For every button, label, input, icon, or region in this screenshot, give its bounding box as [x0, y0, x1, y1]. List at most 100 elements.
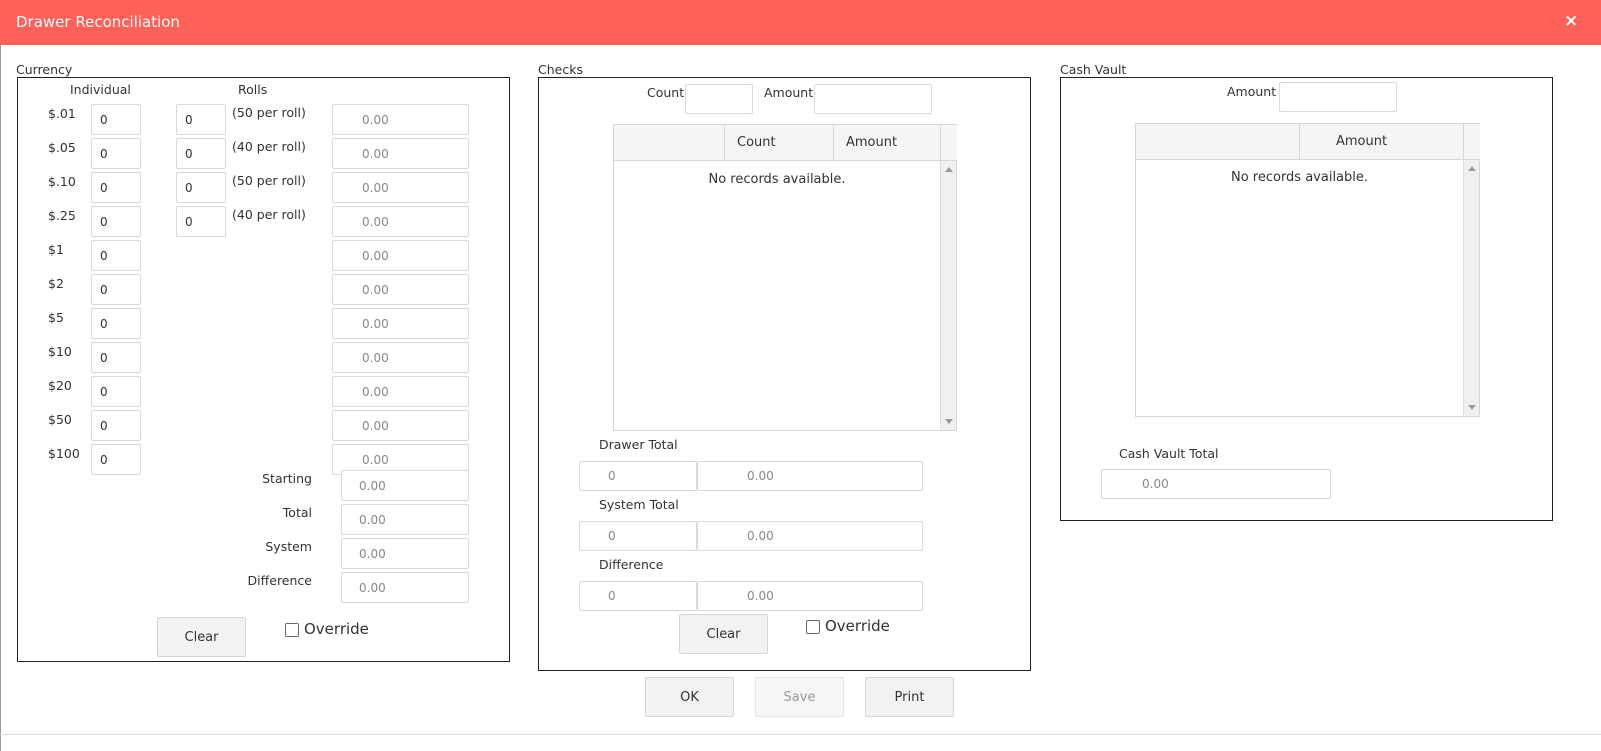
individual-count-input[interactable] [91, 206, 141, 237]
denomination-label: $.05 [48, 140, 76, 155]
checks-grid-col-amount[interactable]: Amount [833, 125, 941, 161]
scroll-up-icon[interactable] [945, 167, 953, 172]
denomination-amount-field[interactable] [332, 342, 469, 373]
summary-value-field[interactable] [341, 470, 469, 501]
left-edge [0, 45, 1, 751]
checks-override-checkbox[interactable] [806, 620, 820, 634]
summary-label: Starting [262, 471, 312, 486]
checks-total-amount-field[interactable] [697, 461, 923, 491]
checks-total-amount-field[interactable] [697, 581, 923, 611]
individual-count-input[interactable] [91, 274, 141, 305]
cash-vault-amount-label: Amount [1227, 84, 1277, 99]
denomination-amount-field[interactable] [332, 376, 469, 407]
checks-count-label: Count [647, 85, 685, 100]
cash-vault-grid-header-filler [1463, 124, 1480, 160]
checks-total-label: Drawer Total [599, 437, 678, 452]
denomination-amount-field[interactable] [332, 138, 469, 169]
roll-size-note: (50 per roll) [232, 173, 306, 188]
denomination-label: $20 [48, 378, 72, 393]
checks-total-label: System Total [599, 497, 679, 512]
cash-vault-total-label: Cash Vault Total [1119, 446, 1219, 461]
checks-total-amount-field[interactable] [697, 521, 923, 551]
checks-count-input[interactable] [685, 84, 753, 114]
summary-label: System [265, 539, 312, 554]
individual-count-input[interactable] [91, 138, 141, 169]
rolls-count-input[interactable] [176, 206, 226, 237]
rolls-count-input[interactable] [176, 104, 226, 135]
roll-size-note: (40 per roll) [232, 139, 306, 154]
individual-count-input[interactable] [91, 240, 141, 271]
summary-label: Total [282, 505, 312, 520]
scroll-up-icon[interactable] [1468, 166, 1476, 171]
checks-panel: Count Amount Count Amount No records ava… [538, 77, 1031, 671]
denomination-amount-field[interactable] [332, 206, 469, 237]
checks-total-count-field[interactable] [579, 521, 697, 551]
currency-section-label: Currency [16, 62, 73, 77]
summary-value-field[interactable] [341, 538, 469, 569]
cash-vault-grid: Amount No records available. [1135, 123, 1480, 417]
denomination-label: $.25 [48, 208, 76, 223]
checks-grid-col-select [614, 125, 724, 161]
checks-total-count-field[interactable] [579, 461, 697, 491]
roll-size-note: (40 per roll) [232, 207, 306, 222]
denomination-label: $.01 [48, 106, 76, 121]
scroll-down-icon[interactable] [1468, 405, 1476, 410]
roll-size-note: (50 per roll) [232, 105, 306, 120]
scroll-down-icon[interactable] [945, 419, 953, 424]
currency-override-checkbox[interactable] [285, 623, 299, 637]
ok-button[interactable]: OK [645, 677, 734, 717]
checks-override-label: Override [825, 617, 890, 635]
checks-grid: Count Amount No records available. [613, 124, 957, 431]
cash-vault-empty-text: No records available. [1230, 170, 1369, 185]
individual-count-input[interactable] [91, 342, 141, 373]
cash-vault-grid-scrollbar[interactable] [1463, 160, 1479, 416]
denomination-amount-field[interactable] [332, 410, 469, 441]
rolls-count-input[interactable] [176, 138, 226, 169]
cash-vault-grid-header: Amount [1136, 124, 1463, 160]
denomination-amount-field[interactable] [332, 274, 469, 305]
summary-value-field[interactable] [341, 572, 469, 603]
individual-count-input[interactable] [91, 376, 141, 407]
currency-override-label: Override [304, 620, 369, 638]
rolls-count-input[interactable] [176, 172, 226, 203]
denomination-amount-field[interactable] [332, 172, 469, 203]
cash-vault-amount-input[interactable] [1279, 82, 1397, 112]
individual-count-input[interactable] [91, 104, 141, 135]
denomination-label: $10 [48, 344, 72, 359]
checks-clear-button[interactable]: Clear [679, 614, 768, 654]
save-button[interactable]: Save [755, 677, 844, 717]
currency-clear-button[interactable]: Clear [157, 617, 246, 657]
denomination-amount-field[interactable] [332, 240, 469, 271]
individual-count-input[interactable] [91, 308, 141, 339]
denomination-label: $1 [48, 242, 64, 257]
checks-amount-label: Amount [764, 85, 814, 100]
checks-section-label: Checks [538, 62, 583, 77]
print-button[interactable]: Print [865, 677, 954, 717]
individual-count-input[interactable] [91, 410, 141, 441]
summary-value-field[interactable] [341, 504, 469, 535]
close-icon[interactable]: × [1564, 11, 1578, 31]
denomination-amount-field[interactable] [332, 104, 469, 135]
summary-label: Difference [247, 573, 312, 588]
checks-grid-col-count[interactable]: Count [724, 125, 833, 161]
checks-empty-text: No records available. [708, 172, 846, 187]
cash-vault-grid-col-amount[interactable]: Amount [1299, 124, 1463, 160]
checks-total-label: Difference [599, 557, 664, 572]
checks-total-count-field[interactable] [579, 581, 697, 611]
individual-count-input[interactable] [91, 172, 141, 203]
cash-vault-section-label: Cash Vault [1060, 62, 1127, 77]
denomination-amount-field[interactable] [332, 308, 469, 339]
denomination-label: $2 [48, 276, 64, 291]
checks-grid-scrollbar[interactable] [940, 161, 956, 430]
denomination-label: $50 [48, 412, 72, 427]
individual-count-input[interactable] [91, 444, 141, 475]
cash-vault-total-field[interactable] [1101, 469, 1331, 499]
cash-vault-grid-col-select [1136, 124, 1299, 160]
checks-grid-header-filler [940, 125, 957, 161]
currency-panel: Individual Rolls $.01 (50 per roll) $.05 (4… [17, 77, 510, 662]
rolls-header: Rolls [238, 82, 268, 97]
window-title: Drawer Reconciliation [16, 13, 180, 31]
cash-vault-panel: Amount Amount No records available. Cash… [1060, 77, 1553, 521]
checks-amount-input[interactable] [814, 84, 932, 114]
bottom-divider [0, 734, 1601, 735]
